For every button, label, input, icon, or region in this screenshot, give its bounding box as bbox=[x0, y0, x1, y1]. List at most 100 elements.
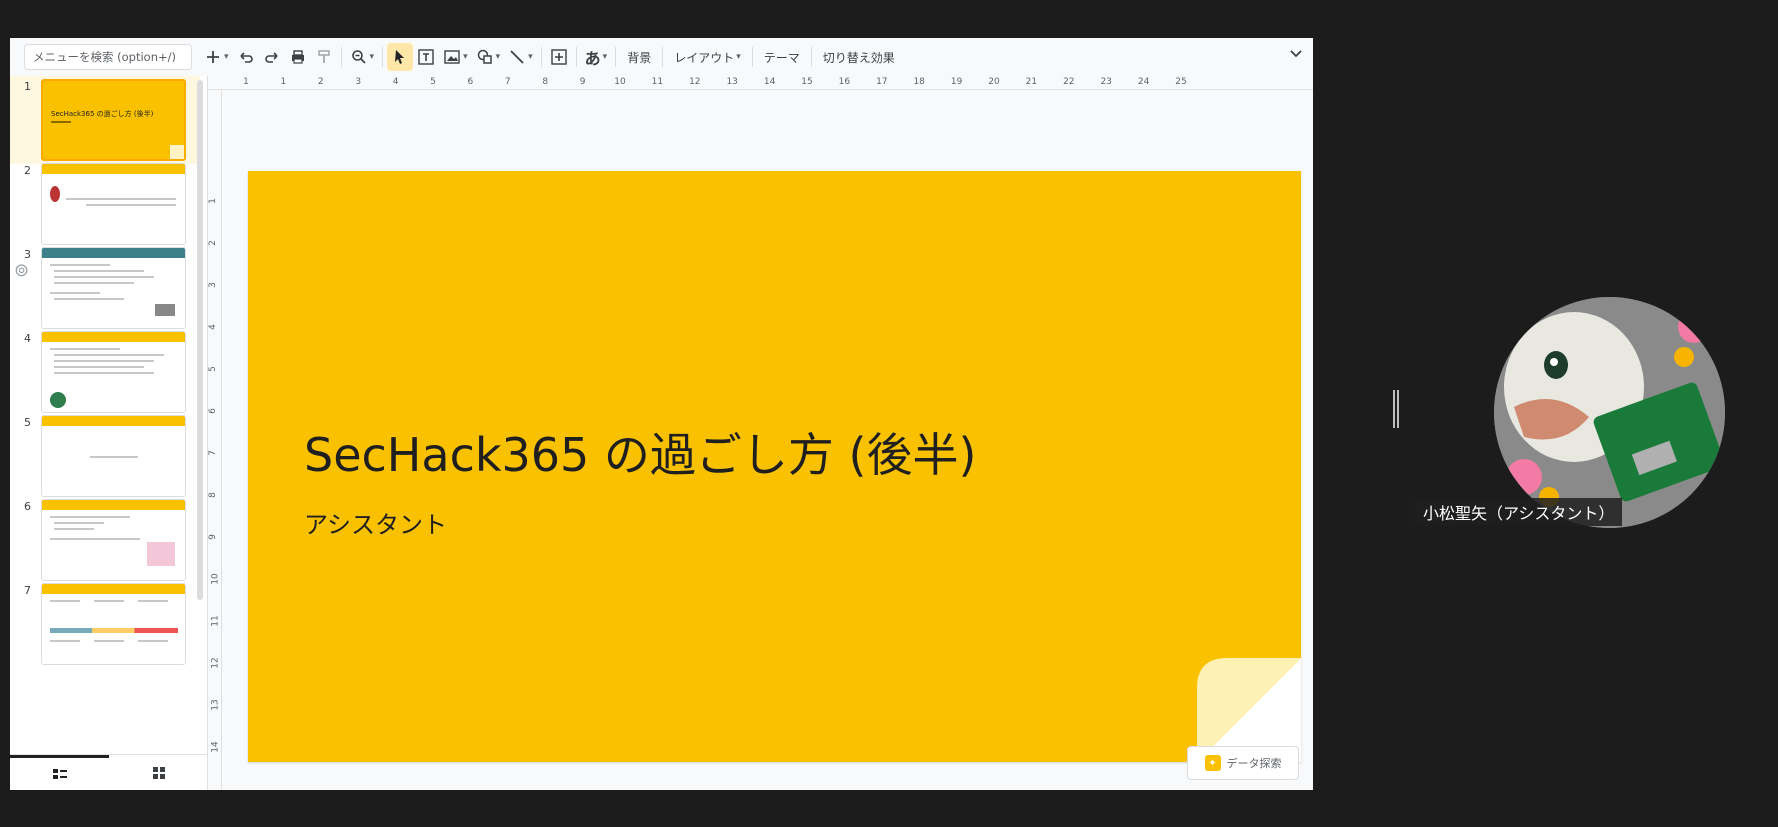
line-icon bbox=[510, 50, 524, 64]
undo-icon bbox=[239, 52, 253, 63]
ruler-tick-label: 7 bbox=[207, 450, 218, 456]
undo-button[interactable] bbox=[233, 43, 259, 71]
ruler-tick-label: 13 bbox=[726, 77, 738, 87]
paint-format-button[interactable] bbox=[311, 43, 337, 71]
thumbnail-text-line bbox=[90, 456, 138, 458]
theme-button[interactable]: テーマ bbox=[757, 43, 807, 71]
ruler-tick-label: 1 bbox=[280, 77, 287, 87]
filmstrip-slide-6[interactable]: 6 bbox=[10, 496, 200, 584]
slide-thumbnail bbox=[41, 499, 186, 581]
ruler-tick-label: 25 bbox=[1175, 77, 1187, 87]
print-icon bbox=[291, 50, 304, 64]
ruler-tick-label: 18 bbox=[913, 77, 925, 87]
menu-search-input[interactable]: メニューを検索 (option+/) bbox=[24, 44, 192, 70]
slides-editor: メニューを検索 (option+/) ▾ ▾ ▾ ▾ ▾ あ ▾ 背景 レイアウ… bbox=[10, 38, 1313, 790]
new-slide-button[interactable] bbox=[200, 43, 233, 71]
zoom-button[interactable] bbox=[346, 43, 379, 71]
filmstrip-slide-7[interactable]: 7 bbox=[10, 580, 200, 668]
ruler-tick-label: 14 bbox=[210, 741, 221, 753]
filmstrip-slide-1[interactable]: 1 SecHack365 の過ごし方 (後半) bbox=[10, 76, 200, 164]
thumbnail-text-line bbox=[138, 640, 168, 642]
comment-history-icon[interactable]: ⊚ bbox=[14, 260, 29, 281]
select-tool-button[interactable] bbox=[387, 43, 414, 71]
filmstrip-slide-2[interactable]: 2 bbox=[10, 160, 200, 248]
print-button[interactable] bbox=[285, 43, 311, 71]
chevron-down-icon[interactable] bbox=[1289, 46, 1303, 64]
text-box-icon bbox=[418, 49, 434, 65]
ruler-tick-label: 17 bbox=[876, 77, 888, 87]
ruler-tick-label: 24 bbox=[1137, 77, 1150, 87]
slide-number: 5 bbox=[24, 416, 31, 429]
transition-button[interactable]: 切り替え効果 bbox=[816, 43, 902, 71]
thumbnail-text-line bbox=[54, 528, 94, 530]
filmstrip-slide-4[interactable]: 4 bbox=[10, 328, 200, 416]
thumbnail-text-line bbox=[94, 640, 124, 642]
grid-view-button[interactable] bbox=[109, 755, 208, 790]
redo-icon bbox=[264, 52, 278, 63]
thumbnail-gradient-bar bbox=[50, 628, 178, 633]
thumbnail-text-line bbox=[54, 282, 134, 284]
filmstrip-slide-5[interactable]: 5 bbox=[10, 412, 200, 500]
filmstrip-view-button[interactable] bbox=[10, 755, 109, 790]
ruler-tick-label: 12 bbox=[689, 77, 701, 87]
thumbnail-text-line bbox=[66, 198, 176, 200]
filmstrip-view-tabs bbox=[10, 754, 208, 790]
ruler-tick-label: 15 bbox=[801, 77, 813, 87]
slide-title[interactable]: SecHack365 の過ごし方 (後半) bbox=[304, 419, 976, 485]
redo-button[interactable] bbox=[259, 43, 285, 71]
thumbnail-logo bbox=[50, 392, 66, 408]
slide-number: 6 bbox=[24, 500, 31, 513]
slide-thumbnail bbox=[41, 163, 186, 245]
thumbnail-header bbox=[42, 416, 185, 426]
thumbnail-header bbox=[42, 248, 185, 258]
thumbnail-text-line bbox=[54, 522, 104, 524]
ruler-tick-label: 6 bbox=[467, 77, 474, 87]
text-box-button[interactable] bbox=[413, 43, 439, 71]
ruler-tick-label: 2 bbox=[207, 240, 218, 246]
slide-thumbnail bbox=[41, 247, 186, 329]
panel-resize-handle[interactable] bbox=[1393, 390, 1399, 428]
filmstrip-slide-3[interactable]: 3 bbox=[10, 244, 200, 332]
cursor-icon bbox=[395, 50, 405, 64]
input-tools-button[interactable]: あ bbox=[581, 43, 612, 71]
ruler-tick-label: 8 bbox=[207, 492, 218, 498]
toolbar-divider bbox=[662, 47, 664, 67]
ruler-tick-label: 2 bbox=[317, 77, 324, 87]
horizontal-ruler: 1 1 2 3 4 5 6 7 8 9 10 11 12 13 14 15 16 17 18 19 20 21 22 23 24… bbox=[208, 76, 1313, 90]
slide-thumbnail: SecHack365 の過ごし方 (後半) bbox=[41, 79, 186, 161]
ruler-tick-label: 3 bbox=[207, 282, 218, 288]
thumbnail-avatar bbox=[50, 186, 60, 202]
line-button[interactable] bbox=[504, 43, 537, 71]
thumbnail-header bbox=[42, 332, 185, 342]
background-button[interactable]: 背景 bbox=[620, 43, 658, 71]
filmstrip-scrollbar[interactable] bbox=[197, 80, 203, 600]
filmstrip-view-icon bbox=[52, 769, 67, 779]
toolbar-divider bbox=[810, 47, 812, 67]
thumbnail-text-line bbox=[54, 276, 154, 278]
thumbnail-text-line bbox=[54, 270, 144, 272]
layout-button[interactable]: レイアウト bbox=[667, 43, 748, 71]
grid-view-icon bbox=[152, 766, 165, 779]
ruler-tick-label: 20 bbox=[988, 77, 1000, 87]
thumbnail-text-line bbox=[50, 538, 140, 540]
thumbnail-text-line bbox=[54, 298, 124, 300]
shape-icon bbox=[477, 49, 492, 64]
add-comment-button[interactable] bbox=[546, 43, 572, 71]
explore-icon: ✦ bbox=[1204, 755, 1221, 771]
shape-button[interactable] bbox=[472, 43, 505, 71]
ruler-tick-label: 3 bbox=[355, 77, 362, 87]
thumbnail-text-line bbox=[54, 372, 154, 374]
ruler-tick-label: 1 bbox=[243, 77, 249, 87]
ruler-tick-label: 11 bbox=[210, 615, 221, 627]
ruler-tick-label: 4 bbox=[207, 324, 218, 330]
insert-image-button[interactable] bbox=[439, 43, 472, 71]
ruler-tick-label: 9 bbox=[207, 534, 218, 540]
explore-button[interactable]: ✦ データ探索 bbox=[1187, 746, 1299, 780]
ruler-tick-label: 10 bbox=[614, 77, 626, 87]
slide-subtitle[interactable]: アシスタント bbox=[304, 505, 447, 540]
zoom-icon bbox=[351, 50, 366, 64]
current-slide[interactable]: SecHack365 の過ごし方 (後半) アシスタント bbox=[248, 171, 1301, 762]
thumbnail-image bbox=[155, 304, 175, 316]
thumbnail-text-line bbox=[138, 600, 168, 602]
thumbnail-text-line bbox=[50, 348, 120, 350]
